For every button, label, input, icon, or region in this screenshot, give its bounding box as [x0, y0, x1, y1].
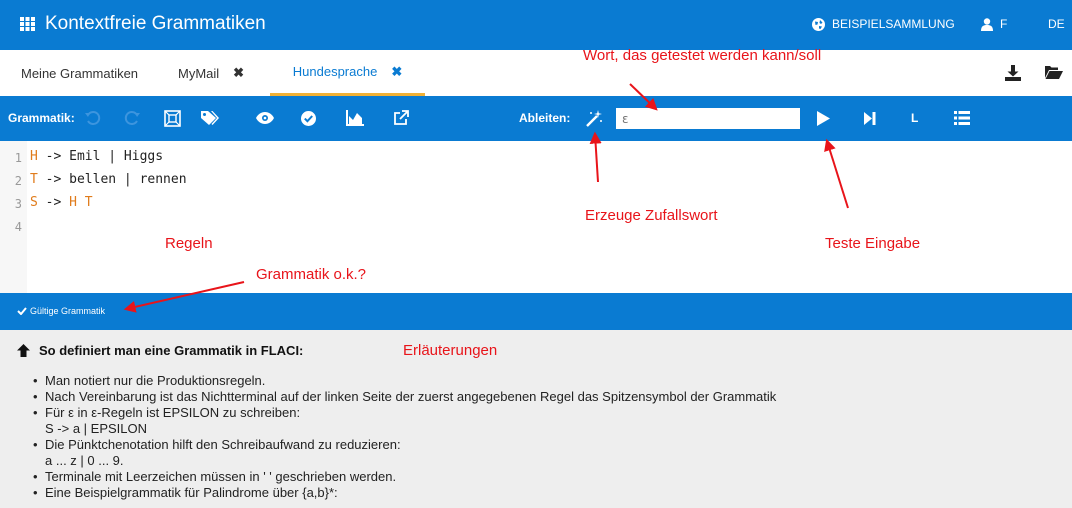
derive-label: Ableiten: — [519, 111, 571, 125]
line-number: 3 — [14, 197, 22, 211]
user-menu[interactable]: F — [981, 17, 1007, 31]
folder-open-icon[interactable] — [1045, 65, 1063, 79]
app-title: Kontextfreie Grammatiken — [45, 13, 266, 34]
page: Kontextfreie Grammatiken BEISPIELSAMMLUN… — [0, 0, 1072, 508]
tab-my-grammars[interactable]: Meine Grammatiken — [21, 50, 138, 96]
annotation-rules: Regeln — [165, 235, 213, 252]
rhs: -> — [37, 195, 70, 210]
eye-icon[interactable] — [255, 108, 275, 128]
step-forward-icon[interactable] — [860, 108, 880, 128]
list-item: Terminale mit Leerzeichen müssen in ' ' … — [33, 469, 776, 485]
annotation-test-input: Teste Eingabe — [825, 235, 921, 252]
tab-mymail[interactable]: MyMail ✖ — [178, 50, 244, 96]
derive-word-input[interactable] — [616, 108, 800, 129]
user-label: F — [1000, 17, 1008, 31]
tab-label: Meine Grammatiken — [21, 65, 139, 81]
list-item: Nach Vereinbarung ist das Nichtterminal … — [33, 389, 776, 405]
code-line: T -> bellen | rennen — [30, 172, 187, 187]
grammar-label: Grammatik: — [8, 111, 75, 125]
list-item: Für ε in ε-Regeln ist EPSILON zu schreib… — [33, 405, 776, 421]
lhs-nonterminal: S — [30, 195, 38, 210]
code-line: H -> Emil | Higgs — [30, 149, 163, 164]
check-circle-icon[interactable] — [298, 108, 318, 128]
arrow-up-icon — [17, 344, 30, 357]
list-item-example: a ... z | 0 ... 9. — [45, 453, 124, 468]
code-line: S -> H T — [30, 195, 93, 210]
explanation-list: Man notiert nur die Produktionsregeln. N… — [33, 373, 776, 501]
explanation-panel: So definiert man eine Grammatik in FLACI… — [0, 330, 1072, 508]
tab-hundesprache[interactable]: Hundesprache ✖ — [270, 50, 425, 96]
language-l-button[interactable]: L — [911, 111, 918, 125]
lhs-nonterminal: H — [30, 149, 38, 164]
annotation-word: Wort, das getestet werden kann/soll — [583, 47, 822, 64]
play-icon[interactable] — [813, 108, 833, 128]
download-icon[interactable] — [1005, 65, 1021, 81]
line-number: 4 — [14, 220, 22, 234]
tags-icon[interactable] — [200, 108, 220, 128]
globe-icon — [812, 17, 825, 31]
grammar-editor[interactable]: 1 2 3 4 H -> Emil | Higgs T -> bellen | … — [0, 141, 1072, 293]
language-switch[interactable]: DE — [1048, 17, 1065, 31]
line-number: 1 — [14, 151, 22, 165]
rhs: -> bellen | rennen — [37, 172, 187, 187]
status-text: Gültige Grammatik — [30, 306, 106, 316]
user-icon — [981, 17, 993, 31]
apps-grid-icon[interactable] — [20, 17, 35, 31]
close-icon[interactable]: ✖ — [233, 65, 244, 81]
annotation-random-word: Erzeuge Zufallswort — [585, 207, 718, 224]
external-link-icon[interactable] — [391, 108, 411, 128]
rhs: -> Emil | Higgs — [37, 149, 164, 164]
fullscreen-icon[interactable] — [162, 108, 182, 128]
annotation-grammar-ok: Grammatik o.k.? — [256, 266, 367, 283]
sample-collection-label: BEISPIELSAMMLUNG — [832, 17, 955, 31]
list-item: Man notiert nur die Produktionsregeln. — [33, 373, 776, 389]
check-icon — [17, 307, 27, 315]
rhs-nonterminals: H T — [69, 195, 93, 210]
undo-icon[interactable] — [83, 108, 103, 128]
grammar-status: Gültige Grammatik — [17, 306, 105, 316]
grammar-toolbar: Grammatik: Ableiten: L — [0, 96, 1072, 141]
list-item: Eine Beispielgrammatik für Palindrome üb… — [33, 485, 776, 501]
explanation-heading-text: So definiert man eine Grammatik in FLACI… — [39, 343, 304, 358]
list-icon[interactable] — [952, 108, 972, 128]
line-number: 2 — [14, 174, 22, 188]
redo-icon[interactable] — [122, 108, 142, 128]
list-item: Die Pünktchenotation hilft den Schreibau… — [33, 437, 776, 453]
lhs-nonterminal: T — [30, 172, 38, 187]
app-bar: Kontextfreie Grammatiken BEISPIELSAMMLUN… — [0, 0, 1072, 50]
close-icon[interactable]: ✖ — [391, 64, 402, 80]
tab-label: MyMail — [178, 65, 220, 81]
tab-label: Hundesprache — [292, 64, 378, 79]
explanation-heading[interactable]: So definiert man eine Grammatik in FLACI… — [17, 343, 303, 358]
tab-bar: Meine Grammatiken MyMail ✖ Hundesprache … — [0, 50, 1072, 96]
magic-wand-icon[interactable] — [584, 108, 604, 128]
list-item-example: S -> a | EPSILON — [45, 421, 148, 436]
sample-collection-button[interactable]: BEISPIELSAMMLUNG — [812, 17, 955, 31]
annotation-explanations: Erläuterungen — [403, 342, 498, 359]
status-bar: Gültige Grammatik — [0, 293, 1072, 330]
chart-area-icon[interactable] — [345, 108, 365, 128]
